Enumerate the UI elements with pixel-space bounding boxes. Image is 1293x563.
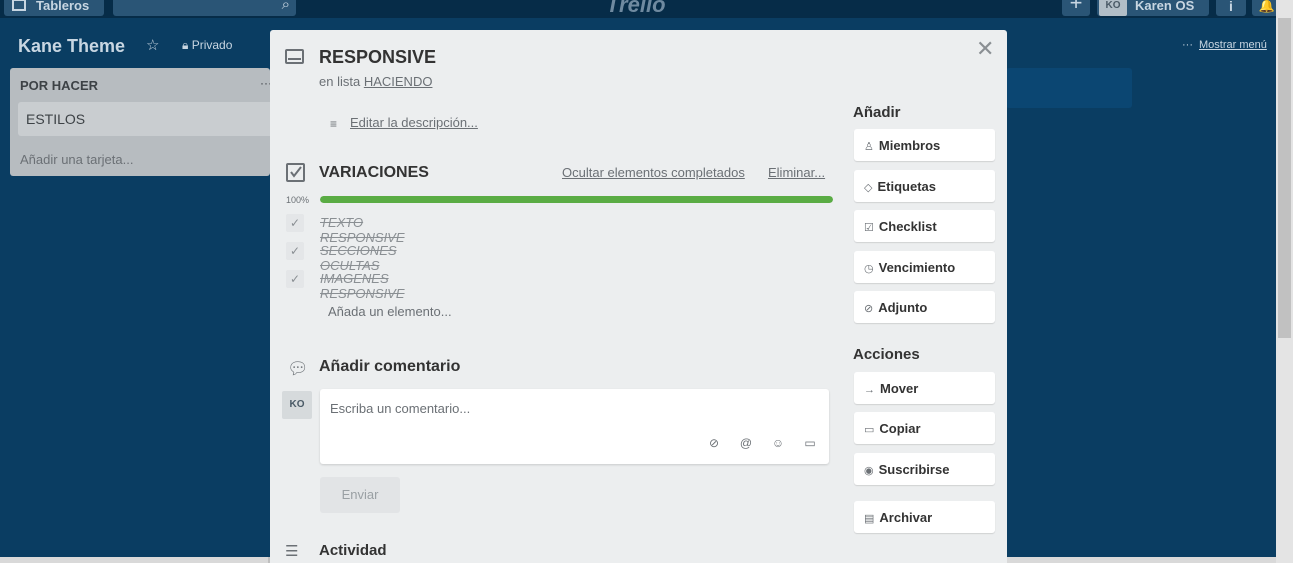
close-icon[interactable]: ✕: [976, 36, 994, 62]
eye-icon: ◉: [864, 465, 874, 477]
list-title[interactable]: POR HACER: [20, 78, 98, 93]
due-date-label: Vencimiento: [878, 260, 956, 275]
labels-button[interactable]: ◇ Etiquetas: [854, 170, 995, 202]
list-column: POR HACER ··· ESTILOS Añadir una tarjeta…: [10, 68, 278, 176]
hide-completed-link[interactable]: Ocultar elementos completados: [562, 165, 745, 180]
move-button[interactable]: → Mover: [854, 372, 995, 404]
more-icon: ···: [1182, 39, 1193, 51]
label-icon: ◇: [864, 182, 873, 194]
avatar: KO: [282, 391, 312, 419]
search-icon[interactable]: ⌕: [282, 0, 290, 13]
create-button[interactable]: +: [1062, 0, 1090, 16]
trello-logo[interactable]: Trello: [606, 0, 666, 18]
show-menu-link[interactable]: ··· Mostrar menú: [1182, 39, 1267, 51]
comment-toolbar: ⊘ @ ☺ ▭: [698, 436, 826, 450]
comment-placeholder[interactable]: Escriba un comentario...: [330, 401, 470, 416]
privacy-label: Privado: [191, 38, 233, 52]
show-menu-label: Mostrar menú: [1199, 39, 1267, 51]
lock-icon: 🔒︎: [182, 38, 192, 52]
archive-button[interactable]: ▤ Archivar: [854, 501, 995, 533]
send-button[interactable]: Enviar: [320, 477, 400, 513]
copy-icon: ▭: [864, 424, 875, 436]
search-input[interactable]: ⌕: [113, 0, 296, 16]
privacy-button[interactable]: 🔒︎ Privado: [182, 38, 232, 53]
paperclip-icon: ⊘: [864, 303, 874, 315]
comment-icon: 💬︎: [287, 359, 309, 378]
card[interactable]: ESTILOS: [18, 102, 278, 136]
progress-bar: [320, 196, 833, 203]
move-label: Mover: [880, 381, 919, 396]
checklist-title[interactable]: VARIACIONES: [319, 164, 429, 182]
user-menu[interactable]: KO Karen OS: [1097, 0, 1209, 16]
actions-heading: Acciones: [853, 346, 920, 363]
comment-heading: Añadir comentario: [319, 358, 461, 375]
attachment-icon[interactable]: ⊘: [698, 436, 730, 450]
info-icon[interactable]: i: [1216, 0, 1246, 16]
mention-icon[interactable]: @: [730, 436, 762, 450]
checklist-icon: [286, 163, 305, 182]
progress-fill: [320, 196, 833, 203]
boards-label: Tableros: [36, 0, 90, 13]
avatar: KO: [1099, 0, 1127, 16]
checklist-item-text[interactable]: IMAGENES RESPONSIVE: [320, 271, 405, 301]
subscribe-button[interactable]: ◉ Suscribirse: [854, 453, 995, 485]
progress-percent: 100%: [286, 195, 310, 205]
archive-label: Archivar: [879, 510, 933, 525]
activity-icon: ☰: [285, 543, 299, 560]
edit-description-link[interactable]: Editar la descripción...: [350, 115, 478, 130]
clock-icon: ◷: [864, 263, 874, 275]
board-title[interactable]: Kane Theme: [18, 36, 125, 57]
due-date-button[interactable]: ◷ Vencimiento: [854, 251, 995, 283]
card-icon[interactable]: ▭: [794, 436, 826, 450]
add-card-link[interactable]: Añadir una tarjeta...: [20, 152, 133, 167]
attachment-label: Adjunto: [878, 300, 928, 315]
in-list-prefix: en lista: [319, 74, 361, 89]
checklist-item-text[interactable]: TEXTO RESPONSIVE: [320, 215, 405, 245]
checklist-button[interactable]: ☑ Checklist: [854, 210, 995, 242]
list-column-placeholder: [1006, 68, 1132, 108]
card-list-info: en lista HACIENDO: [319, 74, 432, 89]
subscribe-label: Suscribirse: [878, 462, 950, 477]
boards-button[interactable]: Tableros: [4, 0, 104, 16]
check-icon[interactable]: ✓: [286, 242, 304, 260]
member-icon: ♙: [864, 141, 874, 153]
checklist-label: Checklist: [878, 219, 937, 234]
members-button[interactable]: ♙ Miembros: [854, 129, 995, 161]
description-icon: ≡: [330, 117, 338, 131]
comment-input[interactable]: Escriba un comentario... ⊘ @ ☺ ▭: [320, 389, 829, 464]
copy-label: Copiar: [879, 421, 921, 436]
username: Karen OS: [1135, 0, 1195, 13]
check-icon[interactable]: ✓: [286, 214, 304, 232]
checklist-item-text[interactable]: SECCIONES OCULTAS: [320, 243, 397, 273]
list-link[interactable]: HACIENDO: [364, 74, 433, 89]
scrollbar-thumb[interactable]: [1278, 18, 1291, 338]
emoji-icon[interactable]: ☺: [762, 436, 794, 450]
card-detail-modal: ✕ RESPONSIVE en lista HACIENDO ≡ Editar …: [270, 30, 1007, 563]
members-label: Miembros: [878, 138, 941, 153]
star-icon[interactable]: ☆: [146, 36, 159, 54]
copy-button[interactable]: ▭ Copiar: [854, 412, 995, 444]
card-title[interactable]: RESPONSIVE: [319, 47, 436, 68]
delete-checklist-link[interactable]: Eliminar...: [768, 165, 825, 180]
card-icon: [285, 49, 304, 64]
boards-icon: [12, 0, 26, 11]
add-heading: Añadir: [853, 104, 901, 121]
check-icon[interactable]: ✓: [286, 270, 304, 288]
add-checklist-item[interactable]: Añada un elemento...: [328, 304, 452, 319]
arrow-right-icon: →: [864, 384, 875, 396]
archive-icon: ▤: [864, 513, 875, 525]
attachment-button[interactable]: ⊘ Adjunto: [854, 291, 995, 323]
labels-label: Etiquetas: [877, 179, 936, 194]
checklist-icon: ☑: [864, 222, 874, 234]
activity-heading: Actividad: [319, 542, 387, 559]
